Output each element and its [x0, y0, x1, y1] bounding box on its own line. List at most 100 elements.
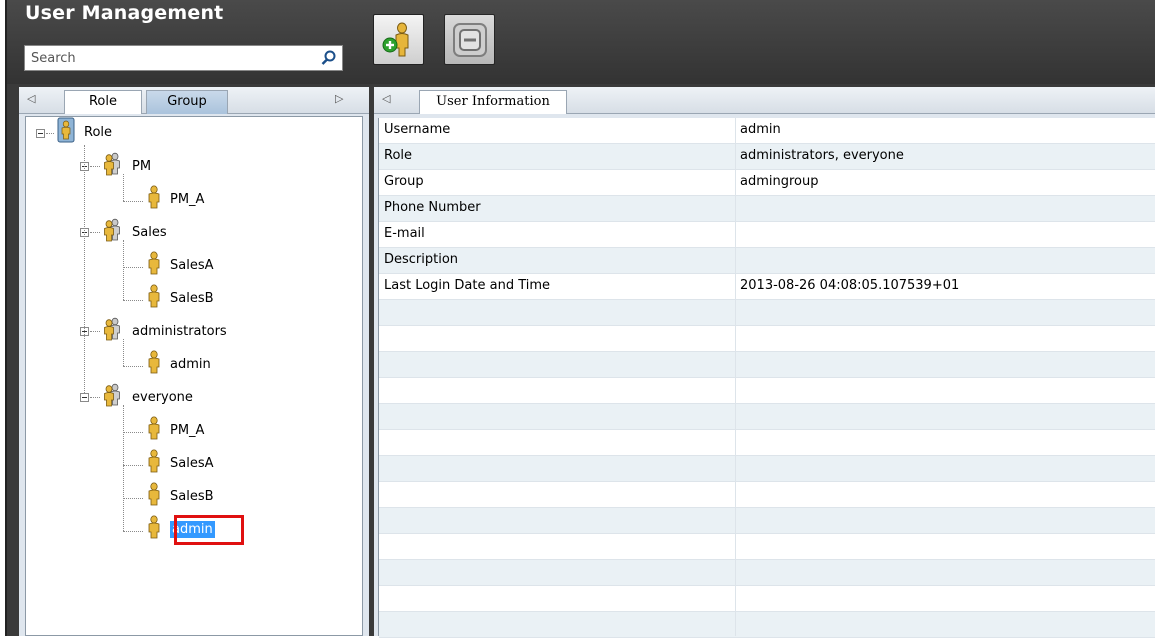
- tree-node-label: PM: [132, 158, 152, 174]
- grid-row: [379, 404, 1155, 430]
- grid-row: [379, 560, 1155, 586]
- left-tabstrip: ◁ Role Group ▷: [19, 87, 369, 114]
- tree-node-user[interactable]: SalesA: [146, 251, 214, 279]
- right-panel: ◁ User Information Last Login Date and T…: [374, 87, 1155, 638]
- grid-row: [379, 482, 1155, 508]
- user-icon: [146, 449, 162, 477]
- search-input[interactable]: [25, 46, 315, 70]
- tree-node-label: SalesA: [170, 257, 214, 273]
- tab-scroll-left-icon[interactable]: ◁: [27, 92, 35, 105]
- grid-row[interactable]: Group admingroup: [379, 170, 1155, 196]
- grid-row[interactable]: Role administrators, everyone: [379, 144, 1155, 170]
- tree-line: [90, 331, 100, 332]
- header: User Management: [7, 0, 1155, 84]
- user-icon: [146, 185, 162, 213]
- tree-node-label: Sales: [132, 224, 167, 240]
- tree-node-user[interactable]: SalesA: [146, 449, 214, 477]
- tree-line: [123, 267, 143, 268]
- grid-row: [379, 534, 1155, 560]
- grid-row: [379, 378, 1155, 404]
- grid-row[interactable]: Username admin: [379, 118, 1155, 144]
- tree-line: [123, 300, 143, 301]
- field-label: Group: [384, 174, 424, 189]
- tree-node-label: PM_A: [170, 422, 205, 438]
- tree-expander[interactable]: [80, 393, 89, 402]
- tree-node-user[interactable]: SalesB: [146, 482, 214, 510]
- tree-node-root[interactable]: Role: [56, 117, 112, 147]
- field-value: administrators, everyone: [740, 148, 904, 163]
- grid-row: [379, 300, 1155, 326]
- field-value: 2013-08-26 04:08:05.107539+01: [740, 278, 960, 293]
- tree-expander[interactable]: [36, 129, 45, 138]
- left-panel: ◁ Role Group ▷ Role PM PM_A Sales SalesA…: [19, 87, 369, 636]
- right-tabstrip: ◁ User Information: [374, 87, 1155, 114]
- tree-line: [123, 405, 124, 531]
- role-root-icon: [56, 117, 76, 147]
- tree-line: [90, 397, 100, 398]
- tree-node-user[interactable]: SalesB: [146, 284, 214, 312]
- tree-line: [123, 531, 143, 532]
- user-icon: [146, 251, 162, 279]
- tree-node-label: SalesB: [170, 488, 214, 504]
- tree-node-group[interactable]: everyone: [100, 383, 193, 409]
- tree-line: [90, 232, 100, 233]
- role-tree: Role PM PM_A Sales SalesA SalesB adminis…: [25, 116, 363, 636]
- user-icon: [146, 482, 162, 510]
- add-user-button[interactable]: [373, 14, 424, 65]
- group-icon: [100, 317, 124, 345]
- tree-node-user[interactable]: admin: [146, 350, 211, 378]
- tree-node-label: admin: [170, 356, 211, 372]
- column-divider: [735, 118, 736, 636]
- remove-button[interactable]: [444, 14, 495, 65]
- grid-row: [379, 586, 1155, 612]
- tree-line: [123, 201, 143, 202]
- tree-line: [123, 366, 143, 367]
- app-window: User Management Search ◁ Role Group ▷ Ro…: [5, 0, 1155, 638]
- user-icon: [146, 350, 162, 378]
- tree-line: [123, 432, 143, 433]
- grid-row: [379, 456, 1155, 482]
- grid-row: [379, 508, 1155, 534]
- tree-node-label: SalesB: [170, 290, 214, 306]
- tree-line: [90, 166, 100, 167]
- search-box[interactable]: [24, 45, 343, 71]
- tree-line: [84, 145, 85, 393]
- tab-user-information[interactable]: User Information: [419, 90, 567, 114]
- tree-node-label: SalesA: [170, 455, 214, 471]
- user-info-grid: Last Login Date and Time 2013-08-26 04:08…: [378, 118, 1155, 638]
- tree-line: [123, 240, 124, 300]
- tree-node-label: administrators: [132, 323, 227, 339]
- group-icon: [100, 152, 124, 180]
- tree-node-group[interactable]: Sales: [100, 218, 167, 246]
- field-label: Description: [384, 252, 459, 267]
- field-value: admingroup: [740, 174, 819, 189]
- highlight-box: [174, 515, 244, 545]
- field-label: Phone Number: [384, 200, 481, 215]
- search-icon[interactable]: [320, 49, 338, 67]
- tree-node-label: PM_A: [170, 191, 205, 207]
- field-label: Username: [384, 122, 451, 137]
- tree-line: [123, 174, 124, 201]
- grid-row[interactable]: Last Login Date and Time 2013-08-26 04:08…: [379, 274, 1155, 300]
- grid-row[interactable]: E-mail: [379, 222, 1155, 248]
- grid-row[interactable]: Phone Number: [379, 196, 1155, 222]
- tree-node-group[interactable]: PM: [100, 152, 152, 180]
- tree-node-group[interactable]: administrators: [100, 317, 227, 345]
- grid-row: [379, 430, 1155, 456]
- field-label: Last Login Date and Time: [384, 278, 551, 293]
- tree-node-label: everyone: [132, 389, 193, 405]
- grid-row[interactable]: Description: [379, 248, 1155, 274]
- tree-line: [123, 498, 143, 499]
- user-icon: [146, 416, 162, 444]
- tab-role[interactable]: Role: [64, 90, 142, 114]
- tab-scroll-left-icon[interactable]: ◁: [382, 92, 390, 105]
- tree-node-user[interactable]: PM_A: [146, 185, 205, 213]
- tree-node-user[interactable]: PM_A: [146, 416, 205, 444]
- tab-scroll-right-icon[interactable]: ▷: [335, 92, 343, 105]
- field-label: E-mail: [384, 226, 425, 241]
- group-icon: [100, 218, 124, 246]
- grid-row: [379, 612, 1155, 638]
- user-icon: [146, 284, 162, 312]
- field-label: Role: [384, 148, 413, 163]
- tab-group[interactable]: Group: [146, 90, 228, 114]
